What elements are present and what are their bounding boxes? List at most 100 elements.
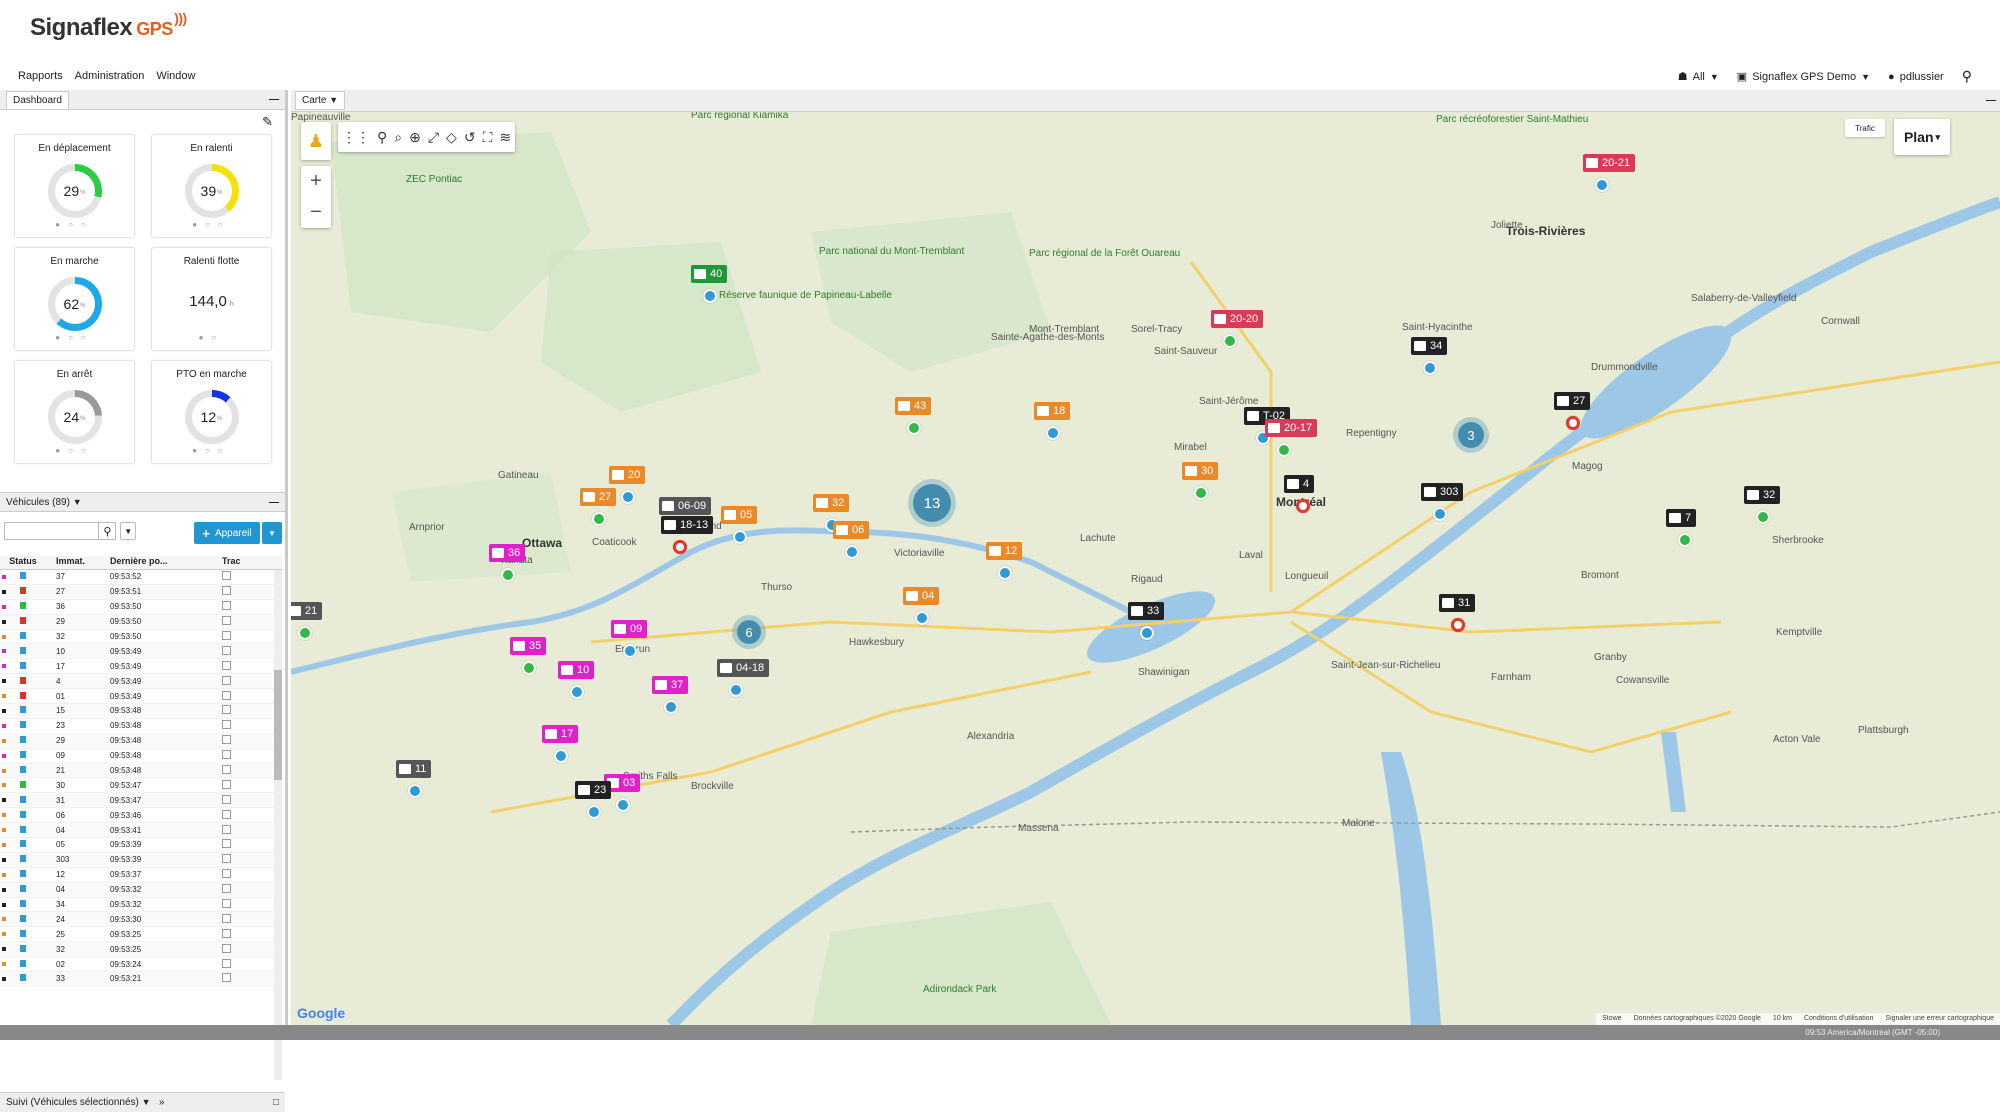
search-input[interactable] xyxy=(4,522,100,540)
trace-checkbox[interactable] xyxy=(222,705,231,715)
vehicle-marker[interactable]: 04-18 xyxy=(717,659,770,677)
status-pin[interactable] xyxy=(592,512,606,526)
status-pin[interactable] xyxy=(522,661,536,675)
table-row[interactable]: 29 09:53:48 xyxy=(0,733,282,749)
status-pin[interactable] xyxy=(1756,510,1770,524)
trace-checkbox[interactable] xyxy=(222,869,231,879)
trace-checkbox[interactable] xyxy=(222,943,231,953)
vehicle-marker[interactable]: 09 xyxy=(611,620,648,638)
table-row[interactable]: 37 09:53:52 xyxy=(0,570,282,585)
status-pin[interactable] xyxy=(408,784,422,798)
vehicle-marker[interactable]: 20-21 xyxy=(1583,154,1636,172)
trace-checkbox[interactable] xyxy=(222,973,231,983)
pager-dots[interactable]: ●○○ xyxy=(15,220,134,229)
table-row[interactable]: 01 09:53:49 xyxy=(0,689,282,705)
status-pin[interactable] xyxy=(1140,626,1154,640)
table-row[interactable]: 06 09:53:46 xyxy=(0,808,282,824)
trace-checkbox[interactable] xyxy=(222,616,231,626)
col-trace[interactable]: Tracé xyxy=(180,556,240,569)
marker-cluster[interactable]: 13 xyxy=(913,484,951,522)
user-menu[interactable]: ● pdlussier xyxy=(1888,71,1944,83)
vehicle-marker[interactable]: 27 xyxy=(580,488,617,506)
table-row[interactable]: 27 09:53:51 xyxy=(0,584,282,600)
table-row[interactable]: 04 09:53:41 xyxy=(0,823,282,839)
vehicle-marker[interactable]: 35 xyxy=(510,637,547,655)
status-pin[interactable] xyxy=(570,685,584,699)
table-row[interactable]: 23 09:53:48 xyxy=(0,719,282,734)
vehicle-marker[interactable]: 34 xyxy=(1411,337,1448,355)
trace-checkbox[interactable] xyxy=(222,913,231,923)
tab-dashboard[interactable]: Dashboard xyxy=(6,90,69,109)
status-pin[interactable] xyxy=(1194,486,1208,500)
vehicle-marker[interactable]: 18-13 xyxy=(661,516,714,534)
trace-checkbox[interactable] xyxy=(222,884,231,894)
trace-checkbox[interactable] xyxy=(222,839,231,849)
table-row[interactable]: 09 09:53:48 xyxy=(0,749,282,764)
trace-checkbox[interactable] xyxy=(222,586,231,596)
status-pin[interactable] xyxy=(1046,426,1060,440)
vehicle-marker[interactable]: 18 xyxy=(1034,402,1071,420)
table-row[interactable]: 05 09:53:39 xyxy=(0,838,282,853)
trace-checkbox[interactable] xyxy=(222,750,231,760)
vehicle-marker[interactable]: 20-20 xyxy=(1211,310,1264,328)
table-row[interactable]: 24 09:53:30 xyxy=(0,912,282,928)
col-last-position[interactable]: Dernière po... xyxy=(108,556,180,569)
scrollbar-thumb[interactable] xyxy=(274,670,282,780)
trace-checkbox[interactable] xyxy=(222,809,231,819)
status-pin[interactable] xyxy=(298,626,312,640)
traffic-button[interactable]: Trafic xyxy=(1845,119,1885,137)
table-row[interactable]: 17 09:53:49 xyxy=(0,659,282,675)
status-pin[interactable] xyxy=(1223,334,1237,348)
vehicle-marker[interactable]: 32 xyxy=(813,494,850,512)
status-pin[interactable] xyxy=(845,545,859,559)
trace-checkbox[interactable] xyxy=(222,779,231,789)
gauge-card[interactable]: En arrêt 24% ●○○ xyxy=(14,360,135,464)
table-row[interactable]: 32 09:53:50 xyxy=(0,630,282,645)
status-pin[interactable] xyxy=(733,530,747,544)
fit-icon[interactable]: ⤢ xyxy=(428,129,439,146)
menu-administration[interactable]: Administration xyxy=(75,70,145,82)
vehicle-marker[interactable]: 21 xyxy=(291,602,323,620)
account-dropdown[interactable]: ▣ Signaflex GPS Demo ▼ xyxy=(1737,70,1870,84)
table-row[interactable]: 303 09:53:39 xyxy=(0,852,282,868)
pager-dots[interactable]: ●○○ xyxy=(152,446,271,455)
chevron-down-icon[interactable]: ▼ xyxy=(120,522,137,540)
undo-icon[interactable]: ↺ xyxy=(464,129,476,146)
pager-dots[interactable]: ●○○ xyxy=(15,446,134,455)
trace-checkbox[interactable] xyxy=(222,735,231,745)
table-row[interactable]: 25 09:53:25 xyxy=(0,927,282,943)
status-pin[interactable] xyxy=(1678,533,1692,547)
menu-rapports[interactable]: Rapports xyxy=(18,70,63,82)
fullscreen-icon[interactable]: ⛶ xyxy=(483,129,493,146)
status-pin[interactable] xyxy=(673,540,687,554)
vehicle-marker[interactable]: 05 xyxy=(721,506,758,524)
status-pin[interactable] xyxy=(1277,443,1291,457)
status-pin[interactable] xyxy=(1296,499,1310,513)
vehicle-marker[interactable]: 20 xyxy=(609,466,646,484)
vehicle-marker[interactable]: 20-17 xyxy=(1265,419,1318,437)
pager-dots[interactable]: ●○ xyxy=(152,333,271,342)
table-row[interactable]: 30 09:53:47 xyxy=(0,778,282,794)
vehicle-marker[interactable]: 27 xyxy=(1554,392,1591,410)
table-row[interactable]: 12 09:53:37 xyxy=(0,868,282,883)
minimize-button[interactable]: — xyxy=(269,94,279,105)
search-icon[interactable]: ⚲ xyxy=(99,522,117,540)
col-immat[interactable]: Immat. xyxy=(38,556,108,569)
search-icon[interactable]: ⌕ xyxy=(394,129,402,146)
status-pin[interactable] xyxy=(621,490,635,504)
table-row[interactable]: 4 09:53:49 xyxy=(0,674,282,690)
table-row[interactable]: 21 09:53:48 xyxy=(0,763,282,779)
menu-window[interactable]: Window xyxy=(156,70,195,82)
vehicle-marker[interactable]: 30 xyxy=(1182,462,1219,480)
expand-icon[interactable]: » xyxy=(159,1097,165,1108)
status-pin[interactable] xyxy=(998,566,1012,580)
vehicle-marker[interactable]: 04 xyxy=(903,587,940,605)
table-row[interactable]: 04 09:53:32 xyxy=(0,882,282,898)
vehicle-marker[interactable]: 23 xyxy=(575,781,612,799)
vehicle-marker[interactable]: 36 xyxy=(489,544,526,562)
table-row[interactable]: 34 09:53:32 xyxy=(0,898,282,913)
trace-checkbox[interactable] xyxy=(222,690,231,700)
trace-checkbox[interactable] xyxy=(222,765,231,775)
status-pin[interactable] xyxy=(1451,618,1465,632)
status-pin[interactable] xyxy=(1433,507,1447,521)
